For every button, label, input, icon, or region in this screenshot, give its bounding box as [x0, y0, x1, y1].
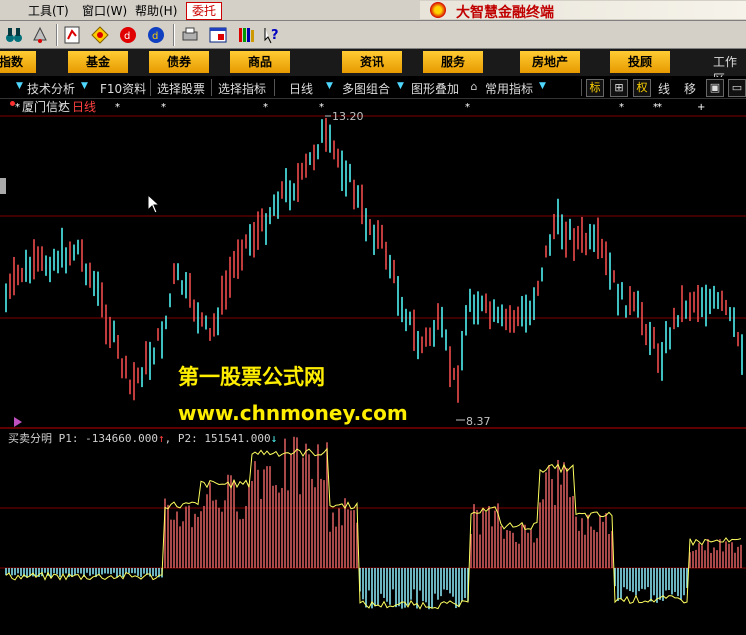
event-marker: * [657, 102, 662, 113]
low-price-label: 8.37 [466, 415, 491, 428]
nav-fund[interactable]: 基金 [68, 51, 128, 73]
p2-arrow-icon: ↓ [270, 432, 278, 445]
nav-news[interactable]: 资讯 [342, 51, 402, 73]
grid-lines [0, 115, 746, 569]
left-marker-icon [14, 417, 22, 427]
period-arrow-icon[interactable]: ▼ [326, 81, 333, 91]
event-marker: * [15, 102, 20, 113]
period-select[interactable]: 日线 [289, 80, 313, 97]
menu-bar: 工具(T) 窗口(W) 帮助(H) 委托 大智慧金融终端 [0, 0, 746, 21]
f10-arrow-icon[interactable]: ▼ [81, 81, 88, 91]
svg-text:?: ? [271, 28, 279, 43]
red-circle-icon[interactable]: d [118, 25, 138, 45]
crosshair-icon[interactable]: ⊞ [610, 79, 628, 97]
p2-value: 151541.000 [204, 432, 271, 445]
multi-chart-arrow-icon[interactable]: ▼ [397, 81, 404, 91]
overlay-button[interactable]: 图形叠加 [411, 80, 459, 97]
event-marker: * [319, 102, 324, 113]
brand-logo-icon [430, 2, 446, 18]
blue-circle-icon[interactable]: d [146, 25, 166, 45]
menu-tools[interactable]: 工具(T) [28, 2, 69, 19]
binoculars-icon[interactable] [4, 25, 24, 45]
lock-icon[interactable]: ⌂ [466, 79, 482, 95]
svg-text:d: d [152, 31, 158, 42]
event-marker: + [697, 102, 705, 113]
common-indicator-button[interactable]: 常用指标 [485, 80, 533, 97]
f10-button[interactable]: F10资料 [100, 80, 146, 97]
alarm-icon[interactable] [30, 25, 50, 45]
nav-real-estate[interactable]: 房地产 [520, 51, 580, 73]
indicator-name: 买卖分明 [8, 432, 52, 445]
window-icon[interactable]: ▣ [706, 79, 724, 97]
scroll-handle [0, 178, 6, 194]
delegate-button[interactable]: 委托 [186, 2, 223, 20]
indicator-bars [5, 436, 742, 610]
mark-button[interactable]: 标 [586, 79, 604, 97]
nav-index[interactable]: 指数 [0, 51, 36, 73]
diamond-icon[interactable] [90, 25, 110, 45]
help-icon[interactable]: ? [262, 25, 282, 45]
mouse-cursor-icon [147, 194, 161, 214]
p1-arrow-icon: ↑ [157, 432, 165, 445]
move-button[interactable]: 移 [684, 80, 696, 97]
multi-chart-button[interactable]: 多图组合 [342, 80, 390, 97]
svg-text:d: d [124, 31, 130, 42]
books-icon[interactable] [236, 25, 256, 45]
select-indicator-button[interactable]: 选择指标 [218, 80, 266, 97]
nav-bond[interactable]: 债券 [149, 51, 209, 73]
event-marker: * [465, 102, 470, 113]
maximize-icon[interactable]: ▭ [728, 79, 746, 97]
quote-icon[interactable] [62, 25, 82, 45]
event-marker: * [115, 102, 120, 113]
p1-label: P1: [58, 432, 79, 445]
nav-service[interactable]: 服务 [423, 51, 483, 73]
brand-banner: 大智慧金融终端 [420, 1, 746, 21]
menu-window[interactable]: 窗口(W) [82, 2, 127, 19]
price-bars [5, 117, 743, 403]
watermark-line2: www.chnmoney.com [178, 401, 408, 425]
p2-label: P2: [177, 432, 198, 445]
event-marker: * [619, 102, 624, 113]
event-marker: * [161, 102, 166, 113]
event-marker: * [263, 102, 268, 113]
toolbar: d d ? [0, 21, 746, 49]
nav-advisor[interactable]: 投顾 [610, 51, 670, 73]
p1-value: -134660.000 [85, 432, 158, 445]
watermark-line1: 第一股票公式网 [178, 365, 325, 389]
high-price-label: 13.20 [332, 110, 364, 123]
tech-analysis-arrow-icon[interactable]: ▼ [16, 81, 23, 91]
select-stock-button[interactable]: 选择股票 [157, 80, 205, 97]
layout-icon[interactable] [208, 25, 228, 45]
nav-commodity[interactable]: 商品 [230, 51, 290, 73]
line-button[interactable]: 线 [658, 80, 670, 97]
chart-area[interactable]: * * * * * * * * * * + 13.20 8.37 [0, 98, 746, 635]
indicator-title: 买卖分明 P1: -134660.000↑, P2: 151541.000↓ [8, 432, 278, 445]
tech-analysis-button[interactable]: 技术分析 [27, 80, 75, 97]
function-bar: ▼ 技术分析 ▼ F10资料 选择股票 选择指标 日线 ▼ 多图组合 ▼ 图形叠… [0, 77, 746, 99]
rights-button[interactable]: 权 [633, 79, 651, 97]
brand-title: 大智慧金融终端 [456, 5, 554, 21]
category-nav: 指数 基金 债券 商品 资讯 服务 房地产 投顾 工作区 [0, 49, 746, 86]
common-indicator-arrow-icon[interactable]: ▼ [539, 81, 546, 91]
print-icon[interactable] [180, 25, 200, 45]
event-marker: * [59, 102, 64, 113]
menu-help[interactable]: 帮助(H) [135, 2, 177, 19]
